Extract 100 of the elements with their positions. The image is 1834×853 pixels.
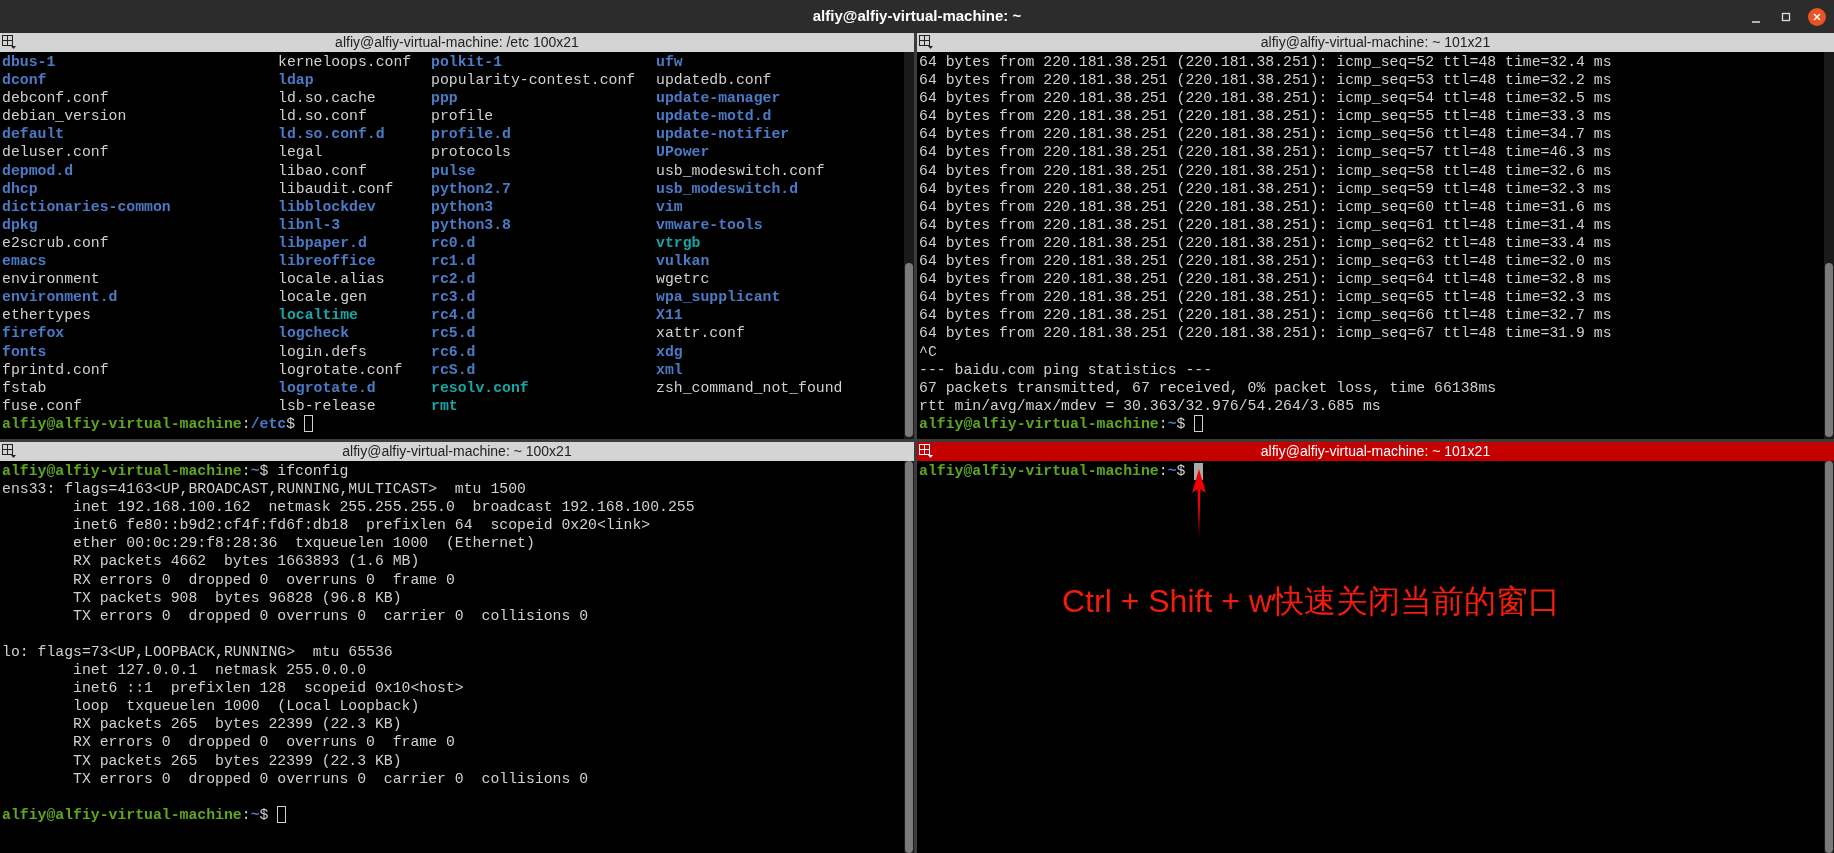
file-entry: python3.8 xyxy=(431,216,511,233)
maximize-icon xyxy=(1781,11,1791,22)
scrollbar[interactable] xyxy=(1824,461,1834,853)
output-line: RX errors 0 dropped 0 overruns 0 frame 0 xyxy=(72,571,455,588)
file-entry: ld.so.cache xyxy=(278,90,376,107)
file-entry: debconf.conf xyxy=(2,90,109,107)
file-entry: dconf xyxy=(2,72,47,89)
file-entry: X11 xyxy=(656,307,683,324)
output-line: 64 bytes from 220.181.38.251 (220.181.38.251): icmp_seq=56 ttl=48 time=34.7 ms xyxy=(919,126,1612,143)
file-entry: pulse xyxy=(431,162,476,179)
file-entry: rc5.d xyxy=(431,325,476,342)
output-line: RX packets 4662 bytes 1663893 (1.6 MB) xyxy=(72,553,420,570)
file-entry: dhcp xyxy=(2,180,38,197)
file-entry: ld.so.conf.d xyxy=(278,126,385,143)
file-entry: legal xyxy=(278,144,323,161)
output-line: inet6 fe80::b9d2:cf4f:fd6f:db18 prefixlen 64 scopeid 0x20<link> xyxy=(72,517,651,534)
scrollbar[interactable] xyxy=(904,461,914,853)
file-entry: xdg xyxy=(656,343,683,360)
grid-icon[interactable] xyxy=(2,35,17,50)
file-entry: protocols xyxy=(431,144,511,161)
file-entry: default xyxy=(2,126,65,143)
pane-title: alfiy@alfiy-virtual-machine: ~ 101x21 xyxy=(1260,442,1491,461)
output-line: 67 packets transmitted, 67 received, 0% packet loss, time 66138ms xyxy=(919,379,1497,396)
output-line: RX errors 0 dropped 0 overruns 0 frame 0 xyxy=(72,734,455,751)
shell-prompt: alfiy@alfiy-virtual-machine:~$ xyxy=(919,414,1187,433)
shell-prompt: alfiy@alfiy-virtual-machine:~$ xyxy=(2,805,270,824)
close-button[interactable] xyxy=(1808,7,1826,26)
scrollbar[interactable] xyxy=(904,52,914,439)
file-entry: usb_modeswitch.conf xyxy=(656,162,825,179)
output-line: ether 00:0c:29:f8:28:36 txqueuelen 1000 (Ethernet) xyxy=(72,535,535,552)
shell-prompt: alfiy@alfiy-virtual-machine:~$ ifconfig xyxy=(2,462,349,481)
file-entry: lsb-release xyxy=(278,397,376,414)
output-line: 64 bytes from 220.181.38.251 (220.181.38.251): icmp_seq=67 ttl=48 time=31.9 ms xyxy=(919,325,1612,342)
file-entry: vmware-tools xyxy=(656,216,763,233)
file-entry: ld.so.conf xyxy=(278,108,367,125)
file-entry: rcS.d xyxy=(431,361,476,378)
file-entry: ppp xyxy=(431,90,458,107)
file-entry: locale.gen xyxy=(278,289,367,306)
output-line: 64 bytes from 220.181.38.251 (220.181.38.251): icmp_seq=54 ttl=48 time=32.5 ms xyxy=(919,90,1612,107)
file-entry: updatedb.conf xyxy=(656,72,772,89)
output-line: inet6 ::1 prefixlen 128 scopeid 0x10<host> xyxy=(72,680,464,697)
file-entry: vulkan xyxy=(656,253,710,270)
file-entry: update-manager xyxy=(656,90,781,107)
output-line: 64 bytes from 220.181.38.251 (220.181.38.251): icmp_seq=65 ttl=48 time=32.3 ms xyxy=(919,289,1612,306)
file-entry: UPower xyxy=(656,144,710,161)
file-entry: python2.7 xyxy=(431,180,511,197)
file-entry: profile.d xyxy=(431,126,511,143)
output-line: inet 192.168.100.162 netmask 255.255.255.0 broadcast 192.168.100.255 xyxy=(72,499,695,516)
grid-icon[interactable] xyxy=(919,444,934,459)
file-entry: fonts xyxy=(2,343,47,360)
file-entry: popularity-contest.conf xyxy=(431,72,636,89)
file-entry: dpkg xyxy=(2,216,38,233)
file-entry: usb_modeswitch.d xyxy=(656,180,799,197)
output-line: 64 bytes from 220.181.38.251 (220.181.38.251): icmp_seq=58 ttl=48 time=32.6 ms xyxy=(919,162,1612,179)
file-entry: libaudit.conf xyxy=(278,180,394,197)
output-line: 64 bytes from 220.181.38.251 (220.181.38.251): icmp_seq=62 ttl=48 time=33.4 ms xyxy=(919,234,1612,251)
file-entry: libblockdev xyxy=(278,198,376,215)
file-entry: rc2.d xyxy=(431,271,476,288)
file-entry: libao.conf xyxy=(278,162,367,179)
file-entry: ethertypes xyxy=(2,307,91,324)
file-entry: rc1.d xyxy=(431,253,476,270)
file-entry: firefox xyxy=(2,325,65,342)
output-line: loop txqueuelen 1000 (Local Loopback) xyxy=(72,698,420,715)
output-line: TX errors 0 dropped 0 overruns 0 carrier 0 collisions 0 xyxy=(72,607,589,624)
file-entry: environment.d xyxy=(2,289,118,306)
file-entry: ufw xyxy=(656,54,683,70)
file-entry: fprintd.conf xyxy=(2,361,109,378)
output-line: 64 bytes from 220.181.38.251 (220.181.38.251): icmp_seq=52 ttl=48 time=32.4 ms xyxy=(919,54,1612,70)
file-entry: update-notifier xyxy=(656,126,790,143)
pane-title: alfiy@alfiy-virtual-machine: /etc 100x21 xyxy=(335,33,579,52)
output-line: lo: flags=73<UP,LOOPBACK,RUNNING> mtu 65536 xyxy=(2,643,393,660)
file-entry: libnl-3 xyxy=(278,216,341,233)
file-entry: deluser.conf xyxy=(2,144,109,161)
scrollbar[interactable] xyxy=(1824,52,1834,439)
file-entry: profile xyxy=(431,108,494,125)
file-entry: xattr.conf xyxy=(656,325,745,342)
file-entry: debian_version xyxy=(2,108,127,125)
file-entry: xml xyxy=(656,361,683,378)
file-entry: ldap xyxy=(278,72,314,89)
file-entry: logcheck xyxy=(278,325,350,342)
output-line: --- baidu.com ping statistics --- xyxy=(919,361,1213,378)
file-entry: rc4.d xyxy=(431,307,476,324)
output-line: 64 bytes from 220.181.38.251 (220.181.38.251): icmp_seq=61 ttl=48 time=31.4 ms xyxy=(919,216,1612,233)
output-line: ^C xyxy=(919,343,937,360)
output-line: 64 bytes from 220.181.38.251 (220.181.38.251): icmp_seq=57 ttl=48 time=46.3 ms xyxy=(919,144,1612,161)
file-entry: kerneloops.conf xyxy=(278,54,412,70)
output-line: TX packets 265 bytes 22399 (22.3 KB) xyxy=(72,752,402,769)
file-entry: localtime xyxy=(278,307,358,324)
file-entry: wpa_supplicant xyxy=(656,289,781,306)
minimize-icon xyxy=(1752,20,1760,23)
output-line: 64 bytes from 220.181.38.251 (220.181.38.251): icmp_seq=66 ttl=48 time=32.7 ms xyxy=(919,307,1612,324)
file-entry: dbus-1 xyxy=(2,54,56,70)
output-line: 64 bytes from 220.181.38.251 (220.181.38.251): icmp_seq=55 ttl=48 time=33.3 ms xyxy=(919,108,1612,125)
grid-icon[interactable] xyxy=(919,35,934,50)
file-entry: login.defs xyxy=(278,343,367,360)
output-line: 64 bytes from 220.181.38.251 (220.181.38.251): icmp_seq=60 ttl=48 time=31.6 ms xyxy=(919,198,1612,215)
grid-icon[interactable] xyxy=(2,444,17,459)
output-line: TX packets 908 bytes 96828 (96.8 KB) xyxy=(72,589,402,606)
file-entry: rmt xyxy=(431,397,458,414)
annotation-text: Ctrl + Shift + w快速关闭当前的窗口 xyxy=(1062,582,1560,621)
